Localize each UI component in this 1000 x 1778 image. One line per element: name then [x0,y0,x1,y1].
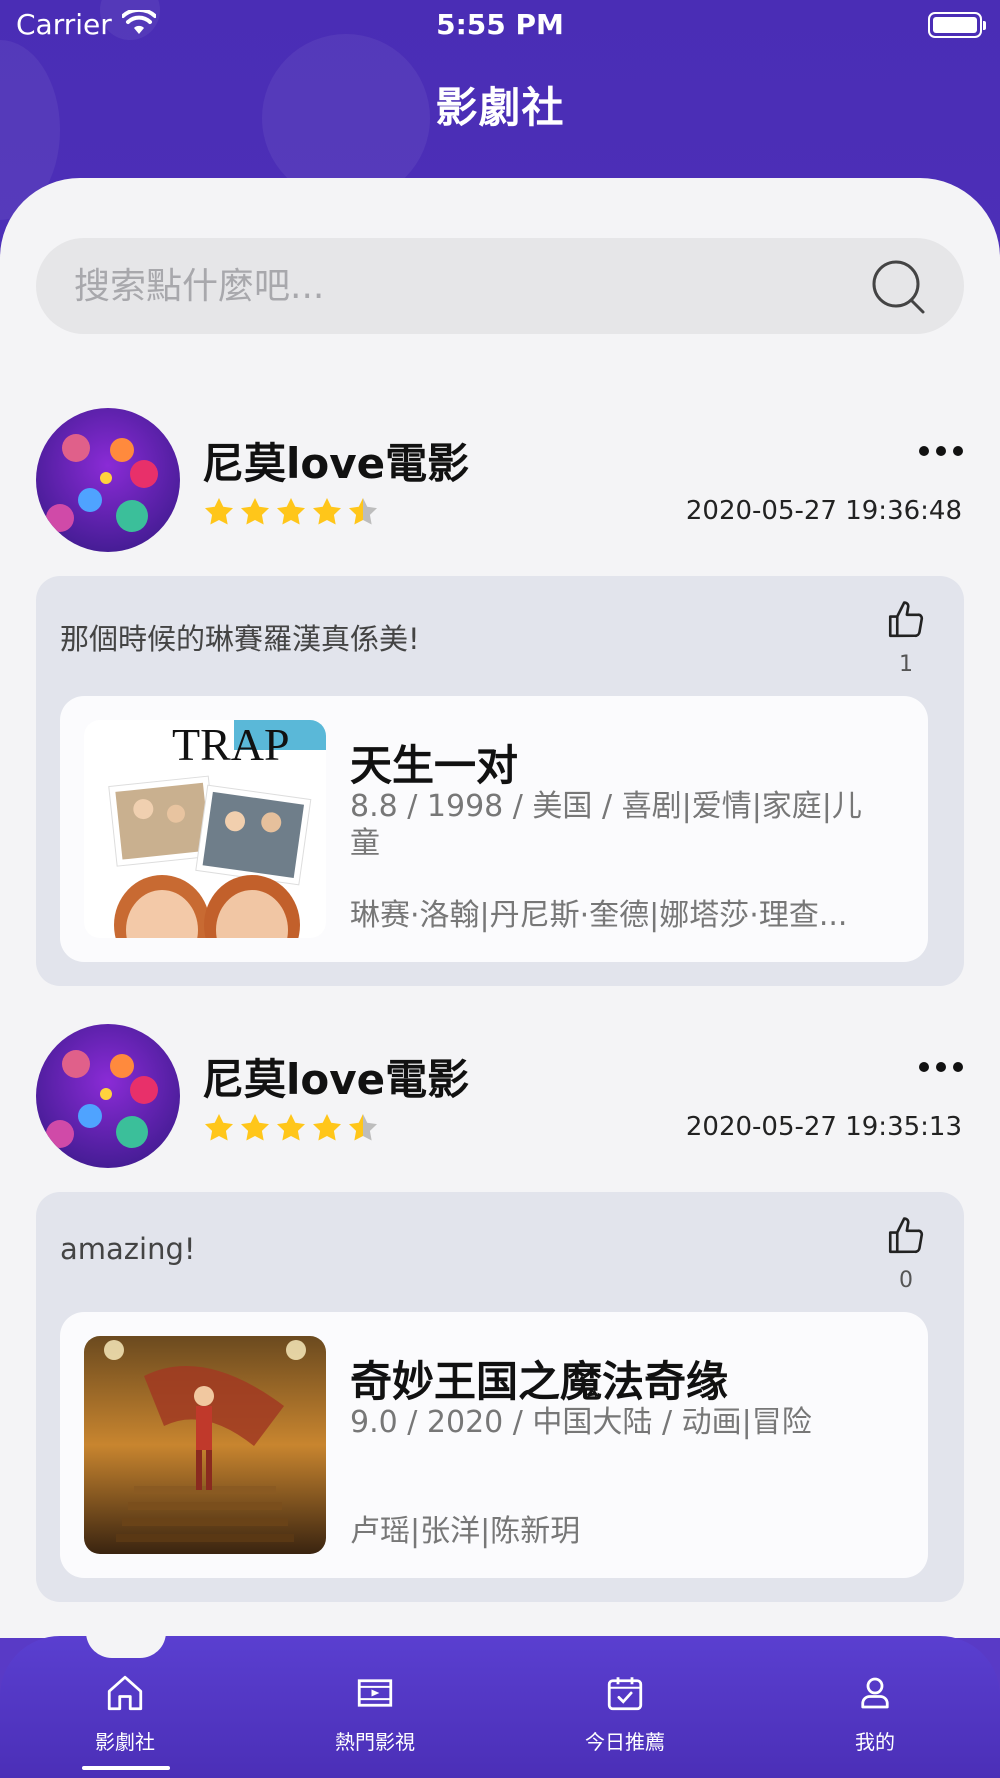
half-star-icon [349,498,377,525]
battery-icon [928,12,986,38]
app-screen: Carrier 5:55 PM 影劇社 搜索點什麼吧... 尼莫love電影 2… [0,0,1000,1778]
tab-hot-videos[interactable]: 熱門影視 [250,1672,500,1755]
tab-home[interactable]: 影劇社 [0,1672,250,1755]
like-count: 1 [899,652,913,677]
like-count: 0 [899,1268,913,1293]
post-item: 尼莫love電影 2020-05-27 19:35:13 amazing! 0 … [0,1024,1000,1614]
star-icon [205,1114,233,1141]
like-button[interactable]: 1 [884,598,928,677]
tab-bar: 影劇社 熱門影視 今日推薦 我的 [0,1636,1000,1778]
star-icon [241,498,269,525]
thumbs-up-icon [888,1217,924,1254]
status-bar: Carrier 5:55 PM [0,0,1000,50]
thumbs-up-icon [888,601,924,638]
user-icon [861,1677,889,1709]
tab-label: 影劇社 [95,1730,155,1754]
like-button[interactable]: 0 [884,1214,928,1293]
star-icon [241,1114,269,1141]
tab-profile[interactable]: 我的 [750,1672,1000,1755]
avatar[interactable] [36,1024,180,1168]
movie-poster[interactable]: TRAP [84,720,326,938]
content-sheet: 尼莫love電影 2020-05-27 19:36:48 那個時候的琳賽羅漢真係… [0,178,1000,1638]
home-icon [107,1675,143,1711]
movie-card[interactable]: 奇妙王国之魔法奇缘 9.0 / 2020 / 中国大陆 / 动画|冒险 卢瑶|张… [60,1312,928,1578]
tab-recommend[interactable]: 今日推薦 [500,1672,750,1755]
movie-cast: 琳赛·洛翰|丹尼斯·奎德|娜塔莎·理查... [350,898,848,933]
half-star-icon [349,1114,377,1141]
video-icon [357,1679,393,1707]
movie-meta: 9.0 / 2020 / 中国大陆 / 动画|冒险 [350,1405,812,1440]
post-card: amazing! 0 奇妙王国之魔法奇缘 9.0 / 2020 / 中国大陆 /… [36,1192,964,1602]
search-bar[interactable] [36,238,964,334]
post-timestamp: 2020-05-27 19:35:13 [685,1112,962,1142]
search-icon[interactable] [870,258,928,316]
page-title: 影劇社 [435,83,565,132]
username[interactable]: 尼莫love電影 [202,1046,469,1107]
status-time: 5:55 PM [436,8,564,41]
rating-stars [202,1112,380,1144]
avatar[interactable] [36,408,180,552]
star-icon [313,498,341,525]
calendar-icon [607,1677,643,1711]
comment-text: 那個時候的琳賽羅漢真係美! [60,622,420,656]
poster-title-text: TRAP [172,720,290,770]
more-icon[interactable] [918,444,964,458]
tab-label: 熱門影視 [335,1730,415,1754]
movie-card[interactable]: TRAP 天生一对 8.8 / 1998 / 美国 / 喜剧|爱情|家庭|儿童 … [60,696,928,962]
active-tab-indicator [82,1766,170,1770]
movie-cast: 卢瑶|张洋|陈新玥 [350,1514,581,1549]
movie-title: 奇妙王国之魔法奇缘 [350,1357,729,1406]
movie-poster[interactable] [84,1336,326,1554]
star-icon [205,498,233,525]
post-item: 尼莫love電影 2020-05-27 19:36:48 那個時候的琳賽羅漢真係… [0,408,1000,998]
star-icon [313,1114,341,1141]
movie-title: 天生一对 [350,741,519,790]
tab-label: 我的 [855,1730,895,1754]
search-input[interactable] [74,238,874,334]
star-icon [277,498,305,525]
movie-meta: 8.8 / 1998 / 美国 / 喜剧|爱情|家庭|儿童 [350,789,862,861]
post-card: 那個時候的琳賽羅漢真係美! 1 TRAP 天生一对 8.8 / 1998 / 美… [36,576,964,986]
tab-label: 今日推薦 [585,1730,665,1754]
more-icon[interactable] [918,1060,964,1074]
star-icon [277,1114,305,1141]
username[interactable]: 尼莫love電影 [202,430,469,491]
post-timestamp: 2020-05-27 19:36:48 [685,496,962,526]
rating-stars [202,496,380,528]
comment-text: amazing! [60,1232,196,1266]
